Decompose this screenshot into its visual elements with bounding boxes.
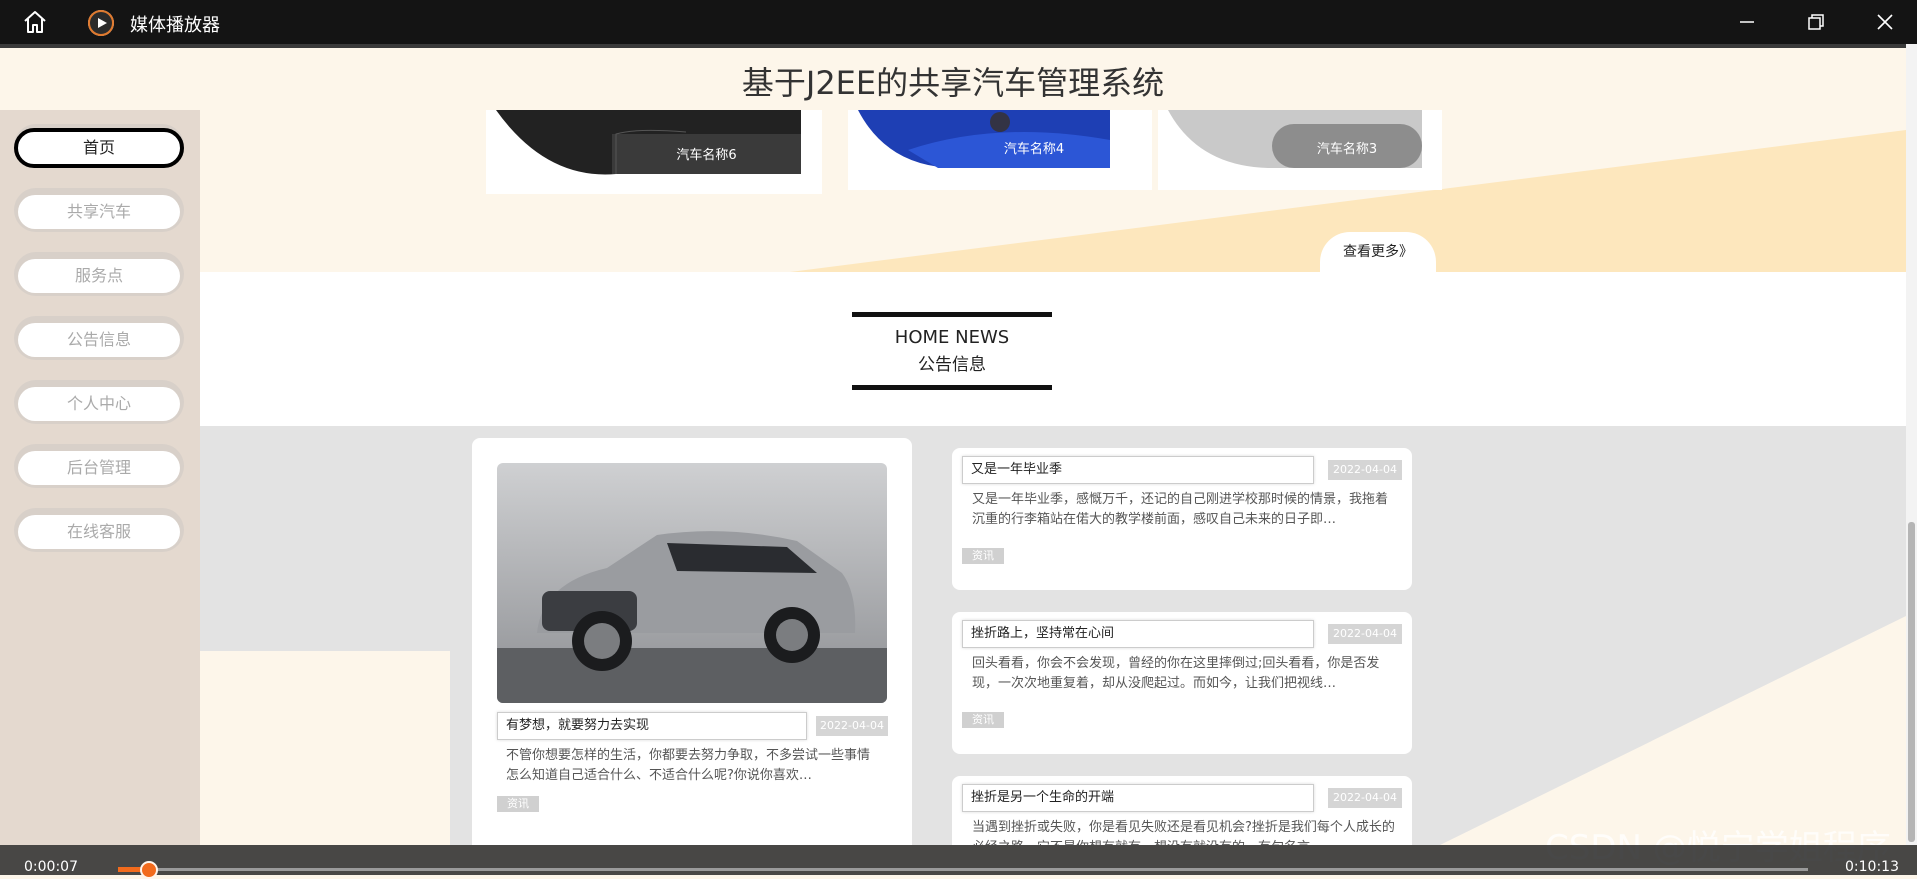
news-date: 2022-04-04 [1328, 460, 1402, 480]
home-icon[interactable] [22, 10, 48, 34]
total-time: 0:10:13 [1845, 859, 1899, 875]
nav-label: 服务点 [18, 259, 180, 293]
nav-label: 共享汽车 [18, 195, 180, 229]
featured-news-date: 2022-04-04 [816, 716, 888, 736]
news-list-item[interactable]: 挫折是另一个生命的开端 2022-04-04 当遇到挫折或失败，你是看见失败还是… [952, 776, 1412, 845]
news-heading-cn: 公告信息 [918, 355, 986, 375]
news-excerpt: 又是一年毕业季，感慨万千，还记的自己刚进学校那时候的情景，我拖着沉重的行李箱站在… [972, 492, 1389, 527]
nav-label: 在线客服 [18, 515, 180, 549]
news-tag: 资讯 [962, 548, 1004, 564]
sidebar-nav: 首页 共享汽车 服务点 公告信息 个人中心 后台管理 在线客服 [0, 110, 200, 845]
news-title[interactable]: 挫折路上，坚持常在心间 [962, 620, 1314, 648]
nav-online-service[interactable]: 在线客服 [14, 508, 184, 552]
media-player-logo-icon [88, 10, 114, 36]
seek-track[interactable] [118, 868, 1808, 871]
nav-personal-center[interactable]: 个人中心 [14, 380, 184, 424]
page-scrollbar[interactable] [1906, 44, 1917, 845]
news-list-item[interactable]: 又是一年毕业季 2022-04-04 又是一年毕业季，感慨万千，还记的自己刚进学… [952, 448, 1412, 590]
close-icon[interactable] [1865, 8, 1905, 36]
nav-label: 公告信息 [18, 323, 180, 357]
nav-shared-cars[interactable]: 共享汽车 [14, 188, 184, 232]
featured-car-image [497, 463, 887, 703]
nav-label: 个人中心 [18, 387, 180, 421]
news-section-heading: HOME NEWS 公告信息 [852, 312, 1052, 390]
news-date: 2022-04-04 [1328, 624, 1402, 644]
restore-icon[interactable] [1795, 8, 1835, 36]
news-heading-band [200, 272, 1906, 426]
window-title: 媒体播放器 [130, 15, 220, 36]
news-tag: 资讯 [962, 712, 1004, 728]
news-area: 有梦想，就要努力去实现 2022-04-04 不管你想要怎样的生活，你都要去努力… [200, 426, 1906, 845]
window-title-bar: 媒体播放器 [0, 0, 1917, 44]
nav-service-points[interactable]: 服务点 [14, 252, 184, 296]
news-list-item[interactable]: 挫折路上，坚持常在心间 2022-04-04 回头看看，你会不会发现，曾经的你在… [952, 612, 1412, 754]
minimize-icon[interactable] [1726, 8, 1766, 36]
car-card[interactable]: 汽车名称6 [486, 110, 822, 194]
nav-home[interactable]: 首页 [14, 124, 184, 168]
news-excerpt: 当遇到挫折或失败，你是看见失败还是看见机会?挫折是我们每个人成长的必经之路，它不… [972, 820, 1395, 845]
car-name: 汽车名称3 [1316, 142, 1378, 157]
player-controls: 0:00:07 0:10:13 [0, 845, 1917, 879]
nav-label: 后台管理 [18, 451, 180, 485]
news-excerpt: 回头看看，你会不会发现，曾经的你在这里摔倒过;回头看看，你是否发现，一次次地重复… [972, 656, 1380, 691]
news-date: 2022-04-04 [1328, 788, 1402, 808]
car-name: 汽车名称6 [676, 148, 737, 163]
main-content: 汽车名称6 汽车名称4 汽车名称3 查看更多》 HOME NEWS 公告信息 有… [200, 110, 1906, 845]
seek-thumb[interactable] [140, 861, 158, 879]
nav-admin[interactable]: 后台管理 [14, 444, 184, 488]
news-heading-en: HOME NEWS [894, 327, 1010, 348]
featured-news-title[interactable]: 有梦想，就要努力去实现 [497, 712, 807, 740]
scrollbar-thumb[interactable] [1908, 522, 1915, 842]
current-time: 0:00:07 [24, 859, 78, 875]
nav-label: 首页 [14, 128, 184, 168]
site-title: 基于J2EE的共享汽车管理系统 [741, 64, 1165, 102]
news-title[interactable]: 又是一年毕业季 [962, 456, 1314, 484]
site-header: 基于J2EE的共享汽车管理系统 [0, 44, 1906, 110]
nav-announcements[interactable]: 公告信息 [14, 316, 184, 360]
car-name: 汽车名称4 [1003, 142, 1065, 157]
news-title[interactable]: 挫折是另一个生命的开端 [962, 784, 1314, 812]
car-card[interactable]: 汽车名称3 [1158, 110, 1442, 190]
featured-news-card[interactable]: 有梦想，就要努力去实现 2022-04-04 不管你想要怎样的生活，你都要去努力… [472, 438, 912, 845]
car-card[interactable]: 汽车名称4 [848, 110, 1152, 190]
featured-news-excerpt: 不管你想要怎样的生活，你都要去努力争取，不多尝试一些事情怎么知道自己适合什么、不… [506, 748, 871, 783]
featured-news-tag: 资讯 [497, 796, 539, 812]
